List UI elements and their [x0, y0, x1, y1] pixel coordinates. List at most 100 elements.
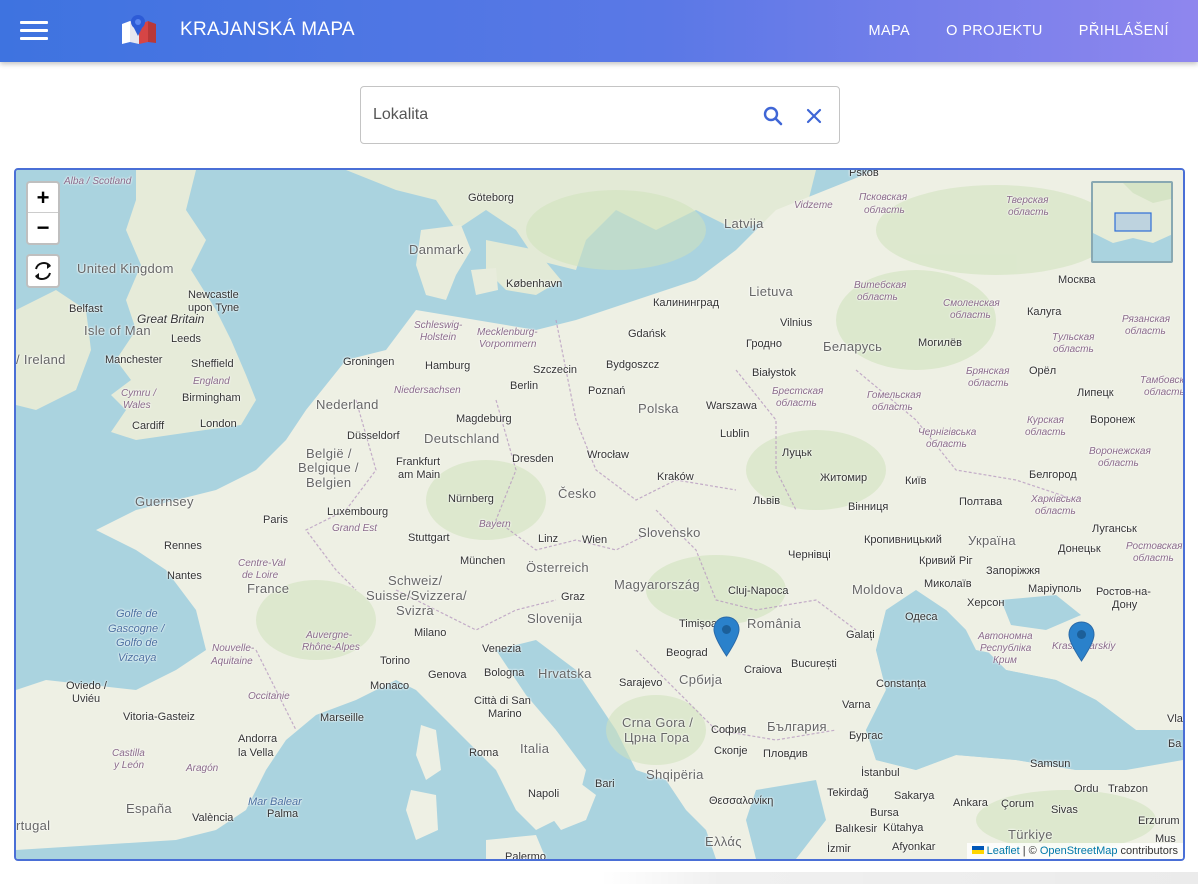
map-place-label: Україна	[968, 533, 1016, 548]
map-place-label: Ordu	[1074, 783, 1099, 795]
map-place-label: Србија	[679, 672, 723, 687]
map-place-label: Bari	[595, 778, 615, 790]
map-marker-pin-icon[interactable]	[713, 616, 740, 657]
map-place-label: Ελλάς	[705, 834, 742, 849]
map-place-label: область	[1025, 427, 1066, 438]
map-place-label: Kraków	[657, 471, 694, 483]
map-place-label: Vitoria-Gasteiz	[123, 711, 195, 723]
map-place-label: область	[968, 378, 1009, 389]
map-place-label: Кропивницький	[864, 534, 942, 546]
app-title: KRAJANSKÁ MAPA	[180, 19, 355, 40]
location-search-input[interactable]	[373, 97, 743, 133]
map-place-label: Schweiz/	[388, 573, 443, 588]
map-place-label: Leeds	[171, 333, 201, 345]
ukraine-flag-icon	[971, 846, 984, 854]
map-place-label: Isle of Man	[84, 323, 151, 338]
map-place-label: область	[926, 439, 967, 450]
map-place-label: Belgique /	[298, 460, 359, 475]
nav-prihlaseni[interactable]: PŘIHLÁŠENÍ	[1061, 0, 1198, 62]
map-place-label: Deutschland	[424, 431, 500, 446]
zoom-in-button[interactable]: +	[28, 183, 58, 213]
map-place-label: Псковская	[859, 192, 908, 203]
map-place-label: Витебская	[854, 280, 907, 291]
map-place-label: Кривий Ріг	[919, 555, 973, 567]
map-place-label: København	[506, 278, 563, 290]
map-place-label: Polska	[638, 401, 679, 416]
map-place-label: Nürnberg	[448, 493, 494, 505]
map-place-label: Slovenija	[527, 611, 583, 626]
map-place-label: am Main	[398, 469, 441, 481]
nav-o-projektu[interactable]: O PROJEKTU	[928, 0, 1061, 62]
map-place-label: București	[791, 658, 837, 670]
map-place-label: Курская	[1027, 415, 1064, 426]
map-place-label: Воронеж	[1090, 414, 1136, 426]
map-place-label: Szczecin	[533, 364, 578, 376]
map-place-label: Ростовская	[1126, 541, 1183, 552]
map-place-label: Centre-Val	[238, 558, 286, 569]
map-place-label: Beograd	[666, 647, 708, 659]
hamburger-menu-icon[interactable]	[14, 14, 54, 48]
map-place-label: İstanbul	[861, 767, 900, 779]
map-place-label: Warszawa	[706, 400, 757, 412]
map-place-label: Stuttgart	[408, 532, 450, 544]
map-place-label: Magdeburg	[456, 413, 512, 425]
map-place-label: Луганськ	[1092, 523, 1137, 535]
map-place-label: Θεσσαλονίκη	[709, 795, 774, 807]
map-place-label: Occitanie	[248, 691, 290, 702]
map-place-label: Гродно	[746, 338, 782, 350]
map-place-label: Afyonkar	[892, 841, 936, 853]
map-place-label: Cymru /	[121, 388, 156, 399]
map-place-label: Москва	[1058, 274, 1096, 286]
map-place-label: Grand Est	[332, 523, 378, 534]
leaflet-link[interactable]: Leaflet	[987, 845, 1020, 857]
map-marker-pin-icon[interactable]	[1068, 621, 1095, 662]
map-place-label: Galați	[846, 629, 875, 641]
nav-mapa[interactable]: MAPA	[850, 0, 928, 62]
map-place-label: Česko	[558, 486, 597, 501]
map-place-label: / Ireland	[16, 352, 66, 367]
map-place-label: Sheffield	[191, 358, 234, 370]
map-place-label: Göteborg	[468, 192, 514, 204]
map-place-label: Varna	[842, 699, 871, 711]
openstreetmap-link[interactable]: OpenStreetMap	[1040, 845, 1118, 857]
map-place-label: Magyarország	[614, 577, 700, 592]
map-attribution: Leaflet | © OpenStreetMap contributors	[966, 843, 1183, 859]
map-place-label: Palermo	[505, 851, 546, 861]
map-place-label: Slovensko	[638, 525, 701, 540]
map-place-label: Дону	[1112, 599, 1138, 611]
reset-view-button[interactable]	[26, 254, 60, 288]
map-place-label: Київ	[905, 475, 927, 487]
map-place-label: Guernsey	[135, 494, 194, 509]
map-place-label: Birmingham	[182, 392, 241, 404]
map-place-label: y León	[114, 760, 145, 771]
map-place-label: Città di San	[474, 695, 531, 707]
minimap[interactable]	[1091, 181, 1173, 263]
map-tiles[interactable]	[16, 170, 1183, 859]
map-place-label: область	[1144, 387, 1185, 398]
map-place-label: Nantes	[167, 570, 202, 582]
map-place-label: область	[1098, 458, 1139, 469]
map-container[interactable]: Alba / Scotland Göteborg Danmark København U…	[14, 168, 1185, 861]
footer-shadow	[600, 872, 1198, 884]
map-place-label: München	[460, 555, 506, 567]
map-place-label: Erzurum	[1138, 815, 1180, 827]
map-place-label: Львів	[753, 495, 781, 507]
map-place-label: Рязанская	[1122, 314, 1171, 325]
map-place-label: Вінниця	[848, 501, 889, 513]
map-place-label: Крим	[993, 655, 1017, 666]
attribution-separator: | ©	[1019, 845, 1040, 857]
main-nav: MAPA O PROJEKTU PŘIHLÁŠENÍ	[850, 0, 1198, 62]
zoom-out-button[interactable]: −	[28, 213, 58, 243]
map-place-label: область	[950, 310, 991, 321]
map-place-label: область	[872, 402, 913, 413]
map-place-label: Херсон	[967, 597, 1005, 609]
search-icon[interactable]	[761, 104, 785, 128]
close-icon[interactable]	[802, 104, 826, 128]
map-place-label: Latvija	[724, 216, 764, 231]
map-place-label: область	[1035, 506, 1076, 517]
map-place-label: Беларусь	[823, 339, 883, 354]
map-place-label: Shqipëria	[646, 767, 704, 782]
attribution-suffix: contributors	[1117, 845, 1178, 857]
map-place-label: Uviéu	[72, 693, 101, 705]
map-place-label: Manchester	[105, 354, 163, 366]
